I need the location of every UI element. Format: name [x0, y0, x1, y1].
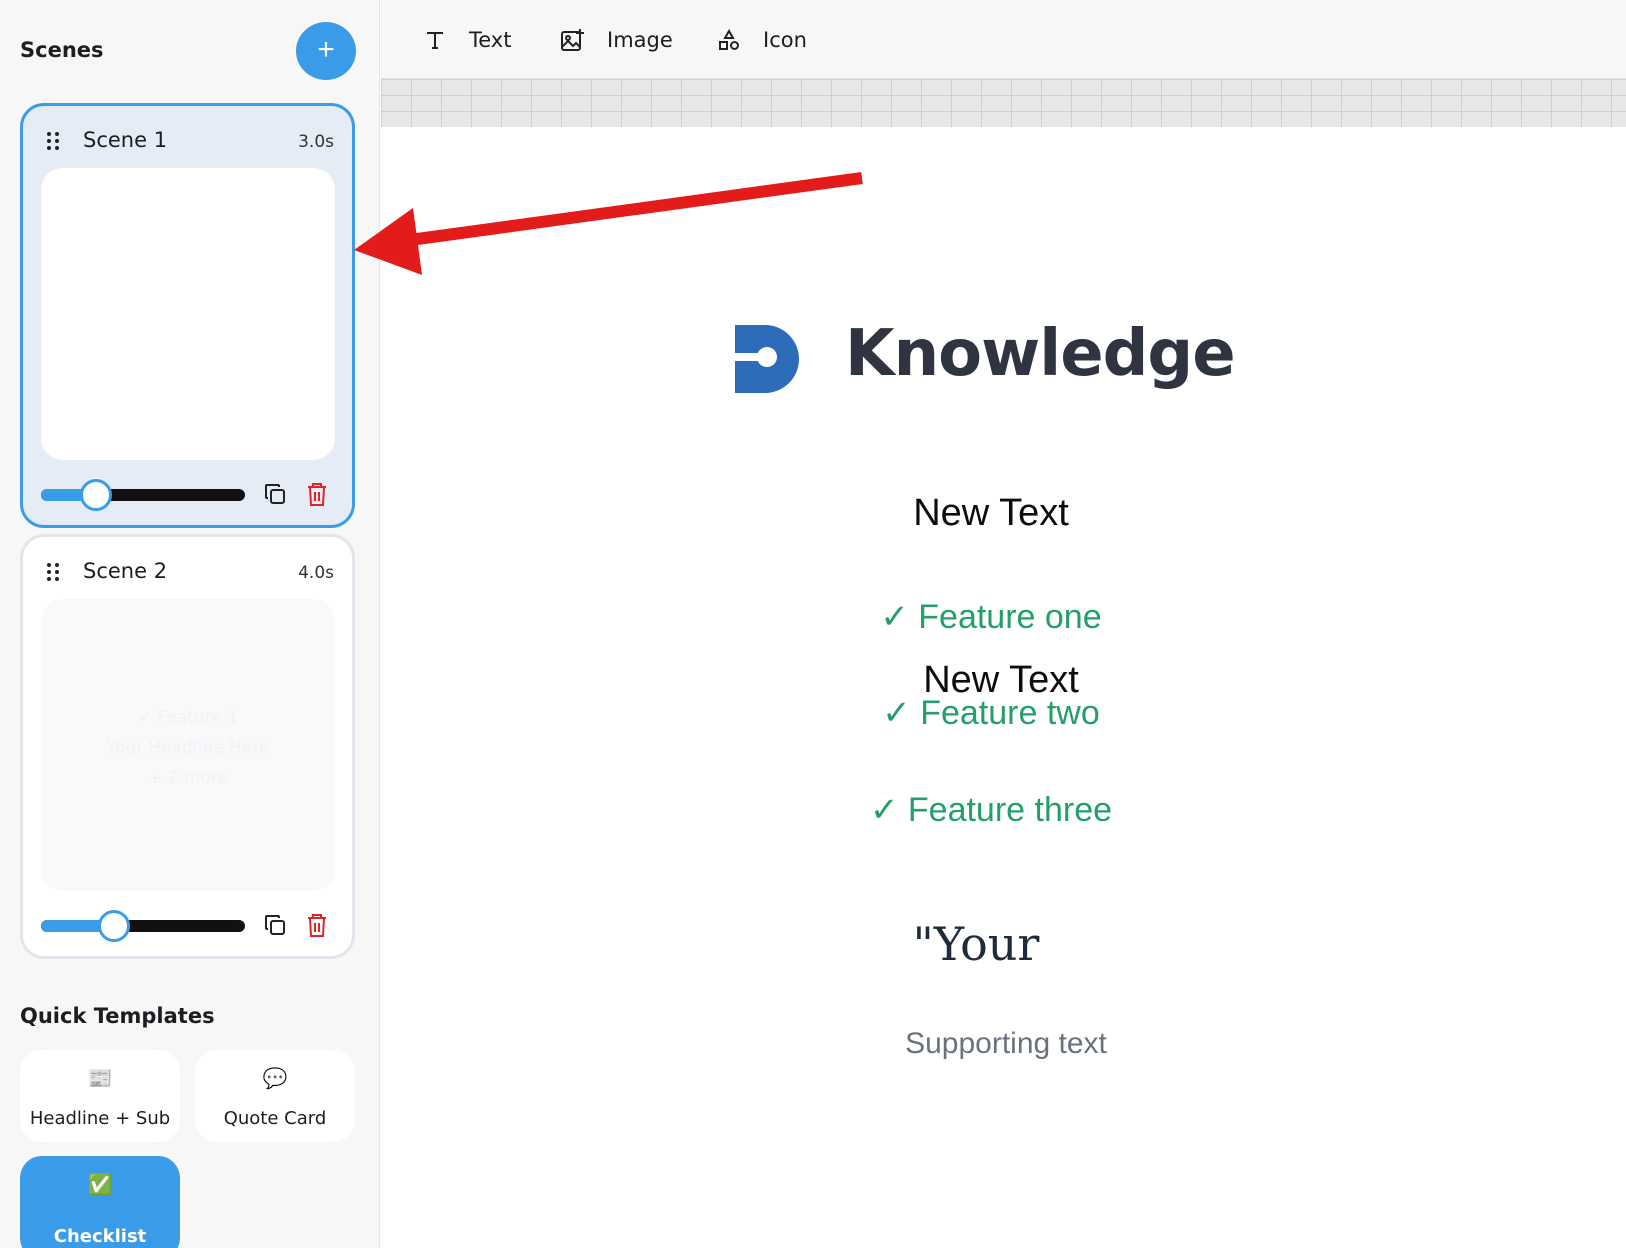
add-scene-button[interactable]: + [296, 22, 356, 80]
logo-icon[interactable] [733, 323, 805, 395]
slider-knob[interactable] [80, 479, 112, 511]
feature-item[interactable]: ✓ Feature two [381, 693, 1601, 733]
scene-card-1[interactable]: Scene 1 3.0s [20, 103, 355, 528]
scenes-title: Scenes [20, 38, 104, 62]
scene-canvas[interactable]: Knowledge New Text ✓ Feature one New Tex… [381, 127, 1626, 1248]
logo-wordmark[interactable]: Knowledge [845, 317, 1236, 391]
drag-handle-icon[interactable] [47, 132, 61, 150]
canvas-ruler [381, 79, 1626, 127]
feature-item[interactable]: ✓ Feature one [381, 597, 1601, 637]
trash-icon[interactable] [305, 481, 329, 507]
template-label: Headline + Sub [29, 1108, 171, 1129]
newspaper-icon: 📰 [87, 1068, 113, 1090]
text-icon [421, 26, 449, 54]
thumbnail-line: ✓ Feature 1 [137, 708, 239, 728]
scene-thumbnail[interactable]: ✓ Feature 1 Your Headline Here + 2 more [41, 599, 335, 891]
icon-tool-label: Icon [763, 28, 807, 52]
trash-icon[interactable] [305, 912, 329, 938]
quote-text[interactable]: "Your [381, 917, 1586, 971]
slider-knob[interactable] [98, 910, 130, 942]
duration-slider[interactable] [41, 479, 245, 511]
scene-name: Scene 1 [83, 128, 168, 152]
quick-templates-title: Quick Templates [20, 1004, 215, 1028]
scenes-sidebar: Scenes + Scene 1 3.0s Scene 2 4.0s ✓ Fea… [0, 0, 380, 1248]
shapes-icon [715, 26, 743, 54]
scene-duration: 4.0s [298, 563, 334, 583]
drag-handle-icon[interactable] [47, 563, 61, 581]
feature-item[interactable]: ✓ Feature three [381, 790, 1601, 830]
scene-name: Scene 2 [83, 559, 168, 583]
thumbnail-preview-text: ✓ Feature 1 Your Headline Here + 2 more [41, 703, 335, 793]
element-toolbar: Text Image Icon [381, 0, 1626, 79]
check-box-icon: ✅ [87, 1174, 113, 1196]
template-checklist[interactable]: ✅ Checklist [20, 1156, 180, 1248]
scene-duration: 3.0s [298, 132, 334, 152]
canvas-text-element[interactable]: New Text [381, 492, 1601, 535]
scene-card-2[interactable]: Scene 2 4.0s ✓ Feature 1 Your Headline H… [20, 534, 355, 959]
duration-slider[interactable] [41, 910, 245, 942]
template-label: Checklist [53, 1226, 147, 1247]
speech-bubble-icon: 💬 [262, 1068, 288, 1090]
text-tool-label: Text [469, 28, 512, 52]
image-add-icon [559, 26, 587, 54]
add-text-button[interactable]: Text [421, 22, 511, 58]
template-quote-card[interactable]: 💬 Quote Card [195, 1050, 355, 1142]
add-image-button[interactable]: Image [559, 22, 673, 58]
image-tool-label: Image [607, 28, 673, 52]
scene-thumbnail[interactable] [41, 168, 335, 460]
thumbnail-line: Your Headline Here [106, 738, 270, 758]
add-icon-button[interactable]: Icon [715, 22, 807, 58]
template-headline-sub[interactable]: 📰 Headline + Sub [20, 1050, 180, 1142]
template-label: Quote Card [223, 1108, 327, 1129]
duplicate-icon[interactable] [263, 482, 287, 506]
duplicate-icon[interactable] [263, 913, 287, 937]
thumbnail-line: + 2 more [148, 768, 228, 788]
supporting-text[interactable]: Supporting text [396, 1027, 1616, 1061]
